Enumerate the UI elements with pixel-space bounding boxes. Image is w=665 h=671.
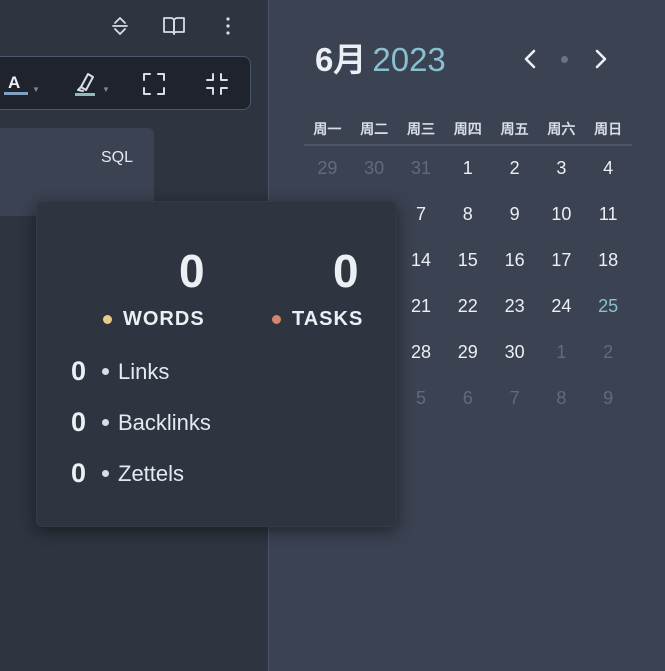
weekday-label: 周三 bbox=[406, 121, 435, 137]
calendar-day[interactable]: 1 bbox=[444, 148, 491, 194]
svg-text:A: A bbox=[8, 73, 20, 92]
calendar-year: 2023 bbox=[372, 41, 446, 78]
words-label: WORDS bbox=[103, 308, 205, 331]
calendar-day[interactable]: 30 bbox=[351, 148, 398, 194]
fullscreen-button[interactable] bbox=[141, 69, 167, 99]
previous-month-button[interactable] bbox=[518, 46, 542, 72]
tasks-label-text: TASKS bbox=[292, 308, 364, 330]
weekday-header: 周一 周二 周三 周四 周五 周六 周日 bbox=[304, 116, 632, 146]
zettels-count: 0 bbox=[71, 458, 87, 488]
calendar-day[interactable]: 2 bbox=[585, 332, 632, 378]
words-dot-icon bbox=[103, 315, 112, 324]
weekday-label: 周六 bbox=[547, 121, 576, 137]
today-button[interactable] bbox=[561, 56, 568, 63]
highlight-button[interactable]: ▼ bbox=[73, 69, 110, 99]
tasks-dot-icon bbox=[272, 315, 281, 324]
calendar-day[interactable]: 5 bbox=[398, 378, 445, 424]
calendar-day[interactable]: 9 bbox=[585, 378, 632, 424]
code-language-label: SQL bbox=[100, 149, 133, 166]
weekday-label: 周一 bbox=[313, 121, 342, 137]
calendar-day[interactable]: 22 bbox=[444, 286, 491, 332]
calendar-month: 6月 bbox=[315, 41, 367, 78]
zettels-label: Zettels bbox=[118, 460, 185, 486]
zettels-row: 0 Zettels bbox=[71, 458, 184, 489]
chevron-down-icon: ▼ bbox=[102, 84, 110, 94]
bullet-icon bbox=[102, 419, 109, 426]
calendar-day-today[interactable]: 25 bbox=[585, 286, 632, 332]
collapse-expand-icon[interactable] bbox=[106, 12, 134, 40]
links-count: 0 bbox=[71, 356, 87, 386]
tasks-label: TASKS bbox=[272, 308, 363, 331]
bullet-icon bbox=[102, 368, 109, 375]
calendar-day[interactable]: 4 bbox=[585, 148, 632, 194]
calendar-day[interactable]: 1 bbox=[538, 332, 585, 378]
words-label-text: WORDS bbox=[123, 308, 205, 330]
chevron-right-icon bbox=[595, 49, 607, 69]
chevron-left-icon bbox=[524, 49, 536, 69]
calendar-day[interactable]: 16 bbox=[491, 240, 538, 286]
calendar-day[interactable]: 7 bbox=[491, 378, 538, 424]
exit-fullscreen-button[interactable] bbox=[204, 69, 230, 99]
weekday-label: 周日 bbox=[594, 121, 623, 137]
calendar-day[interactable]: 3 bbox=[538, 148, 585, 194]
calendar-day[interactable]: 2 bbox=[491, 148, 538, 194]
writing-stats-popup: 0 0 WORDS TASKS 0 Links 0 Backlinks 0 Ze… bbox=[36, 201, 397, 527]
text-color-icon: A bbox=[4, 73, 28, 95]
words-count: 0 bbox=[179, 245, 205, 297]
calendar-day[interactable]: 29 bbox=[444, 332, 491, 378]
calendar-day[interactable]: 14 bbox=[398, 240, 445, 286]
calendar-day[interactable]: 10 bbox=[538, 194, 585, 240]
calendar-day[interactable]: 28 bbox=[398, 332, 445, 378]
links-label: Links bbox=[118, 358, 170, 384]
weekday-label: 周四 bbox=[453, 121, 482, 137]
weekday-label: 周二 bbox=[360, 121, 389, 137]
calendar-day[interactable]: 15 bbox=[444, 240, 491, 286]
calendar-day[interactable]: 11 bbox=[585, 194, 632, 240]
calendar-day[interactable]: 8 bbox=[444, 194, 491, 240]
calendar-day[interactable]: 24 bbox=[538, 286, 585, 332]
next-month-button[interactable] bbox=[589, 46, 613, 72]
calendar-day[interactable]: 29 bbox=[304, 148, 351, 194]
weekday-label: 周五 bbox=[500, 121, 529, 137]
format-toolbar: A ▼ ▼ bbox=[0, 56, 251, 110]
calendar-day[interactable]: 21 bbox=[398, 286, 445, 332]
more-vertical-icon[interactable] bbox=[214, 12, 242, 40]
fullscreen-icon bbox=[143, 73, 165, 95]
calendar-day[interactable]: 9 bbox=[491, 194, 538, 240]
calendar-day[interactable]: 31 bbox=[398, 148, 445, 194]
tasks-count: 0 bbox=[333, 245, 359, 297]
bullet-icon bbox=[102, 470, 109, 477]
exit-fullscreen-icon bbox=[206, 73, 228, 95]
calendar-title: 6月 2023 bbox=[315, 38, 446, 82]
calendar-day[interactable]: 6 bbox=[444, 378, 491, 424]
backlinks-label: Backlinks bbox=[118, 409, 211, 435]
calendar-day[interactable]: 23 bbox=[491, 286, 538, 332]
calendar-day[interactable]: 18 bbox=[585, 240, 632, 286]
calendar-day[interactable]: 8 bbox=[538, 378, 585, 424]
book-open-icon[interactable] bbox=[160, 12, 188, 40]
backlinks-row: 0 Backlinks bbox=[71, 407, 211, 438]
calendar-day[interactable]: 17 bbox=[538, 240, 585, 286]
calendar-day[interactable]: 30 bbox=[491, 332, 538, 378]
backlinks-count: 0 bbox=[71, 407, 87, 437]
links-row: 0 Links bbox=[71, 356, 169, 387]
highlighter-icon bbox=[75, 73, 95, 96]
text-color-button[interactable]: A ▼ bbox=[3, 69, 40, 99]
chevron-down-icon: ▼ bbox=[32, 84, 40, 94]
calendar-day[interactable]: 7 bbox=[398, 194, 445, 240]
